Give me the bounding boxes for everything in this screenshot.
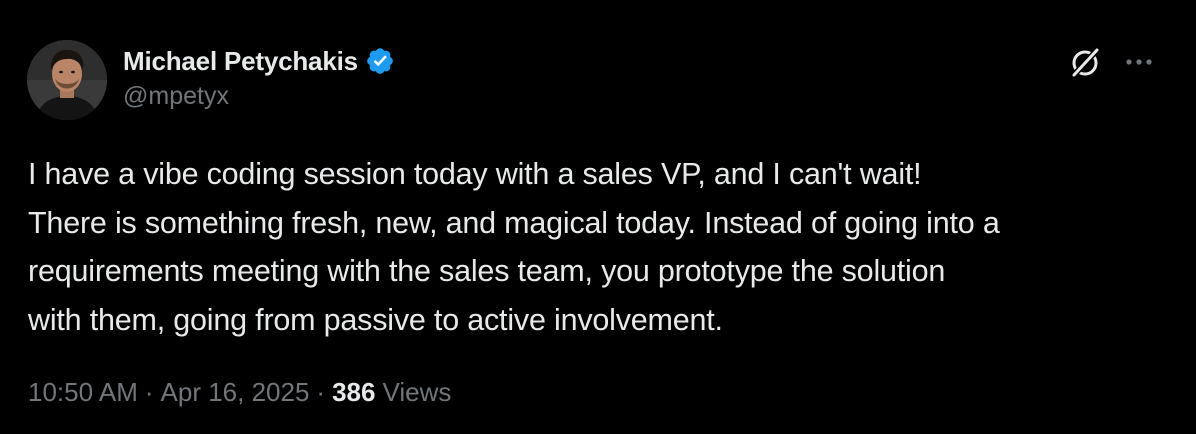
display-name[interactable]: Michael Petychakis: [123, 46, 358, 77]
profile-photo: [27, 40, 107, 120]
tweet-meta: 10:50 AM · Apr 16, 2025 · 386 Views: [28, 377, 451, 408]
more-horizontal-icon[interactable]: [1124, 52, 1154, 72]
views-count: 386: [332, 377, 376, 407]
verified-badge-icon[interactable]: [365, 46, 395, 76]
meta-separator: ·: [144, 377, 154, 407]
handle[interactable]: @mpetyx: [123, 82, 395, 111]
meta-separator: ·: [316, 377, 326, 407]
author-block: Michael Petychakis @mpetyx: [123, 44, 395, 111]
views-label: Views: [382, 377, 452, 407]
tweet-text: I have a vibe coding session today with …: [28, 157, 1000, 337]
avatar[interactable]: [27, 40, 107, 120]
grok-icon[interactable]: [1068, 46, 1102, 80]
tweet-card: Michael Petychakis @mpetyx I have a vibe…: [0, 0, 1196, 434]
timestamp-date[interactable]: Apr 16, 2025: [161, 377, 310, 408]
name-row: Michael Petychakis: [123, 44, 395, 78]
timestamp-time[interactable]: 10:50 AM: [28, 377, 138, 408]
